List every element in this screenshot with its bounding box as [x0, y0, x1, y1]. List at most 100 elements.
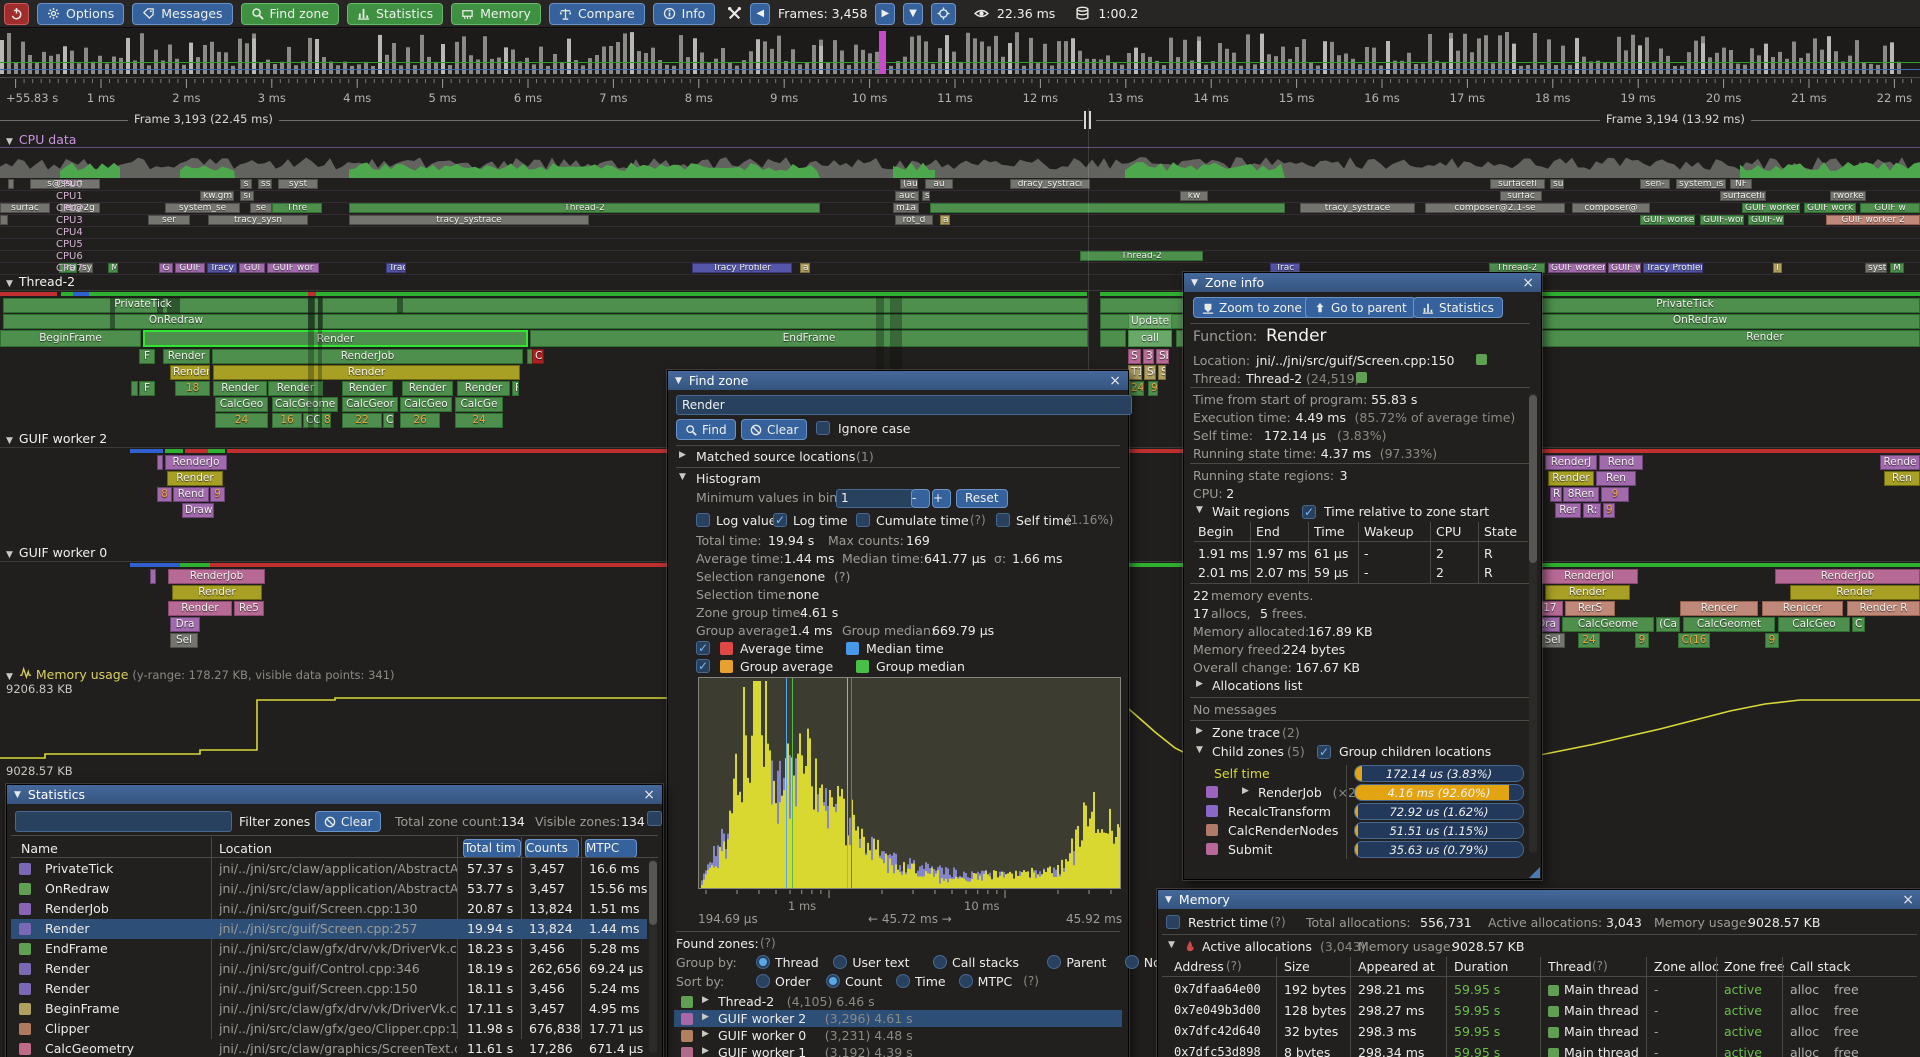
collapse-icon[interactable]: ▼ — [1196, 745, 1203, 755]
timeline-zone[interactable]: RenderJob — [212, 349, 523, 364]
statistics-button[interactable]: Statistics — [1413, 297, 1503, 318]
cpu-zone[interactable]: system_is — [1676, 179, 1726, 189]
timeline-zone[interactable]: Render — [457, 381, 510, 396]
timeline-zone[interactable]: OnRedraw — [1660, 314, 1740, 329]
frame-label-left[interactable]: Frame 3,193 (22.45 ms) — [128, 112, 279, 126]
timeline-zone[interactable]: Render — [167, 471, 223, 486]
timeline-zone[interactable]: Render — [1548, 471, 1594, 486]
histogram-plot[interactable] — [698, 677, 1121, 889]
running-state-strip[interactable] — [180, 563, 210, 567]
collapse-icon[interactable]: ▼ — [14, 790, 21, 800]
messages-button[interactable]: Messages — [132, 3, 232, 25]
running-state-strip[interactable] — [208, 449, 225, 453]
cpu-zone[interactable]: Thre — [272, 203, 322, 213]
thread-header[interactable]: ▼GUIF worker 0 — [6, 545, 107, 560]
allocation-row[interactable]: 0x7e049b3d00128 bytes298.27 ms59.95 sMai… — [1162, 1001, 1917, 1022]
expand-icon[interactable]: ▶ — [679, 450, 686, 460]
zone-search-input[interactable]: Render — [676, 395, 1132, 415]
timeline-zone[interactable]: 26 — [400, 413, 440, 428]
sort-by-radio[interactable] — [756, 974, 770, 988]
timeline-zone[interactable]: RerS — [1565, 601, 1615, 616]
timeline-zone[interactable]: S — [1128, 349, 1141, 364]
close-icon[interactable]: × — [1902, 893, 1914, 907]
timeline-zone[interactable]: Rencer — [1680, 601, 1758, 616]
resize-grip[interactable] — [1529, 867, 1540, 878]
found-zone-row[interactable]: ▶Thread-2(4,105) 6.46 s — [674, 993, 1122, 1010]
statistics-row[interactable]: Renderjni/../jni/src/guif/Screen.cpp:150… — [11, 979, 647, 999]
timeline-zone[interactable]: 8 — [157, 487, 172, 502]
goto-frame-button[interactable] — [931, 3, 956, 25]
statistics-button[interactable]: Statistics — [347, 3, 443, 25]
cpu-zone[interactable]: Tracy — [207, 263, 237, 273]
collapse-icon[interactable]: ▼ — [6, 550, 13, 560]
timeline-zone[interactable]: Render — [213, 381, 267, 396]
alloc-callstack-alloc[interactable]: alloc — [1790, 982, 1819, 997]
expand-icon[interactable]: ▶ — [702, 995, 709, 1005]
allocation-row[interactable]: 0x7dfaa64e00192 bytes298.21 ms59.95 sMai… — [1162, 980, 1917, 1001]
statistics-row[interactable]: Clipperjni/../jni/src/claw/gfx/geo/Clipp… — [11, 1019, 647, 1039]
timeline-zone[interactable]: R: — [1583, 503, 1601, 518]
alloc-appeared[interactable]: 298.27 ms — [1358, 1003, 1424, 1018]
child-time-bar[interactable]: 4.16 ms (92.60%) — [1354, 784, 1524, 801]
group-by-radio[interactable] — [1047, 955, 1061, 969]
cpu-zone[interactable]: GUIF worker 0 — [1640, 215, 1695, 225]
cpu-zone[interactable]: a — [940, 215, 950, 225]
collapse-icon[interactable]: ▼ — [6, 436, 13, 446]
timeline-zone[interactable]: 24 — [1128, 381, 1144, 396]
cpu-zone[interactable]: se — [250, 203, 272, 213]
power-button[interactable] — [4, 3, 29, 25]
timeline-zone[interactable]: 8Ren — [1563, 487, 1599, 502]
cpu-zone[interactable]: M — [108, 263, 118, 273]
zone-info-titlebar[interactable]: ▼ Zone info × — [1184, 273, 1541, 292]
thread-header[interactable]: ▼Thread-2 — [6, 274, 75, 289]
compare-button[interactable]: Compare — [549, 3, 645, 25]
timeline-zone[interactable]: 9 — [1603, 503, 1615, 518]
cpu-zone[interactable]: composer@2.1-se — [1425, 203, 1565, 213]
running-state-strip[interactable] — [89, 292, 308, 296]
statistics-row[interactable]: PrivateTickjni/../jni/src/claw/applicati… — [11, 859, 647, 879]
cpu-zone[interactable]: dracy_systraci — [1010, 179, 1090, 189]
timeline-zone[interactable]: Render — [143, 330, 528, 347]
collapse-icon[interactable]: ▼ — [679, 472, 686, 482]
running-state-strip[interactable] — [165, 449, 183, 453]
timeline-zone[interactable]: RenderJob — [1775, 569, 1920, 584]
timeline-zone[interactable]: (Ca — [1656, 617, 1680, 632]
timeline-zone[interactable]: RenderJol — [1540, 569, 1638, 584]
cpu-zone[interactable]: GUIF work — [1804, 203, 1856, 213]
timeline-zone[interactable]: Render — [172, 585, 262, 600]
prev-frame-button[interactable]: ◀ — [750, 3, 770, 25]
timeline-zone[interactable]: CalcGeome — [272, 397, 338, 412]
filter-input[interactable] — [15, 811, 232, 832]
zoom-to-zone-button[interactable]: Zoom to zone — [1193, 297, 1311, 318]
timeline-zone[interactable]: 18 — [175, 381, 210, 396]
cpu-zone[interactable]: surfacefl — [1490, 179, 1545, 189]
find-zone-button[interactable]: Find zone — [241, 3, 339, 25]
timeline-zone[interactable] — [150, 569, 156, 584]
timeline-zone[interactable]: PrivateTick — [108, 298, 178, 313]
timeline-zone[interactable]: Render — [1790, 585, 1920, 600]
sort-mtpc-button[interactable]: MTPC — [585, 839, 637, 858]
timeline-zone[interactable]: CalcGeo — [215, 397, 268, 412]
collapse-icon[interactable]: ▼ — [6, 672, 13, 682]
timeline-zone[interactable]: Rend — [1599, 455, 1643, 470]
timeline-zone[interactable]: RenderJ — [1545, 455, 1597, 470]
cpu-zone[interactable]: GUI — [239, 263, 265, 273]
group-by-radio[interactable] — [1125, 955, 1139, 969]
statistics-row[interactable]: EndFramejni/../jni/src/claw/gfx/drv/vk/D… — [11, 939, 647, 959]
timeline-zone[interactable]: EndFrame — [530, 330, 1088, 347]
timeline-zone[interactable]: Dra — [170, 617, 200, 632]
statistics-row[interactable]: RenderJobjni/../jni/src/guif/Screen.cpp:… — [11, 899, 647, 919]
timeline-zone[interactable]: Su — [1144, 365, 1156, 380]
timeline-zone[interactable]: 24 — [215, 413, 268, 428]
alloc-callstack-alloc[interactable]: alloc — [1790, 1045, 1819, 1057]
cpu-zone[interactable] — [930, 203, 1285, 213]
timeline-zone[interactable]: R — [1550, 487, 1562, 502]
cpu-zone[interactable]: (au — [900, 179, 918, 189]
running-state-strip[interactable] — [130, 563, 180, 567]
sort-counts-button[interactable]: Counts — [525, 839, 579, 858]
alloc-callstack-free[interactable]: free — [1834, 1024, 1859, 1039]
alloc-callstack-free[interactable]: free — [1834, 982, 1859, 997]
timeline-zone[interactable] — [157, 455, 163, 470]
option-checkbox[interactable] — [996, 513, 1010, 527]
timeline-zone[interactable]: Render R — [1847, 601, 1920, 616]
